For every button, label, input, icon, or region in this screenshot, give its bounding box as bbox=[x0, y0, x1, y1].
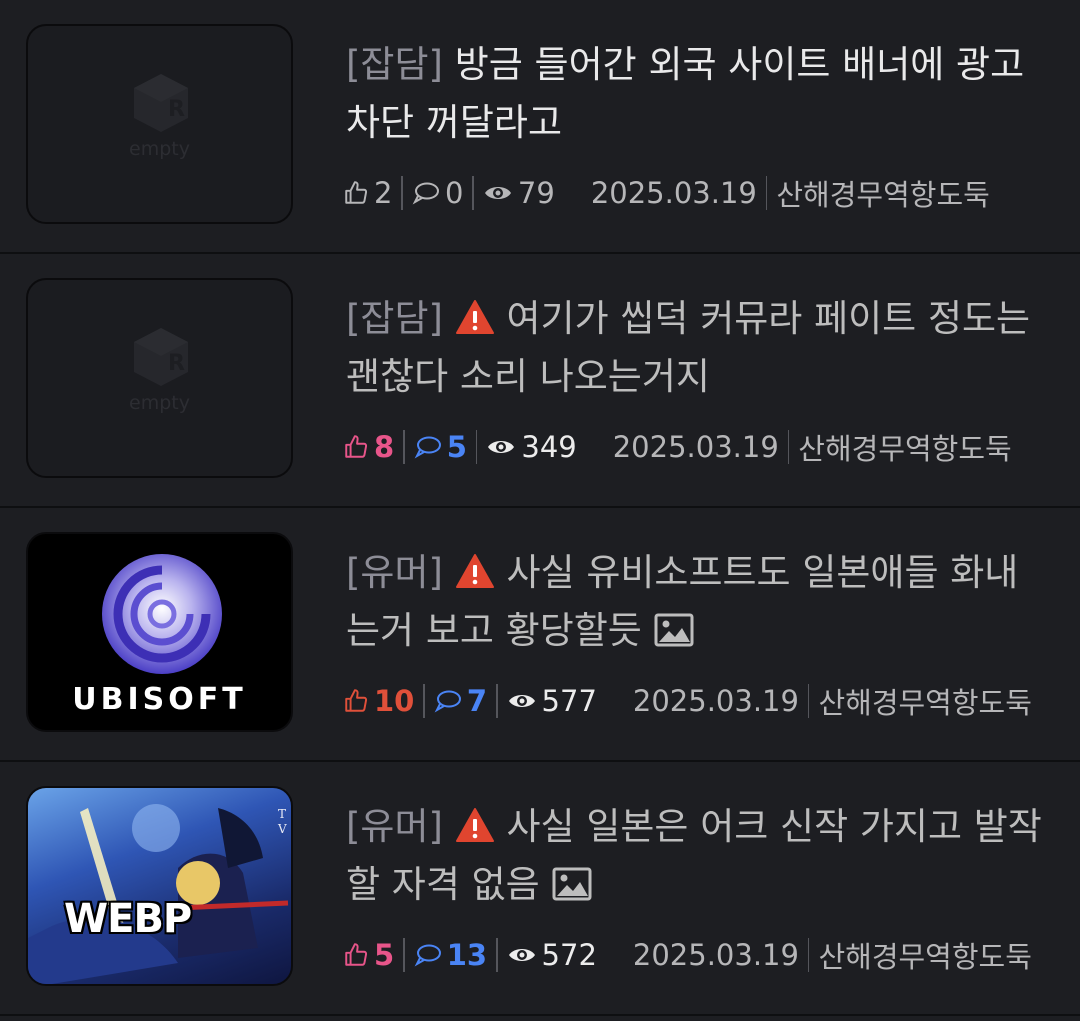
divider bbox=[401, 176, 403, 210]
divider bbox=[807, 938, 810, 972]
divider bbox=[765, 176, 768, 210]
post-date: 2025.03.19 bbox=[590, 176, 757, 210]
divider bbox=[807, 684, 810, 718]
post-date: 2025.03.19 bbox=[632, 938, 799, 972]
view-count: 577 bbox=[541, 684, 597, 718]
anime-illustration: T V bbox=[28, 804, 289, 984]
svg-text:R: R bbox=[168, 97, 185, 122]
webp-badge: WEBP bbox=[64, 896, 192, 942]
post-category: [잡담] bbox=[346, 297, 443, 340]
divider bbox=[472, 176, 474, 210]
warning-triangle-icon bbox=[455, 300, 494, 334]
divider bbox=[423, 684, 425, 718]
image-icon bbox=[552, 867, 591, 901]
comment-count: 5 bbox=[446, 430, 467, 464]
post-category: [유머] bbox=[346, 551, 443, 594]
divider bbox=[496, 684, 498, 718]
post-title[interactable]: [유머] 사실 일본은 어크 신작 가지고 발작할 자격 없음 bbox=[346, 798, 1046, 914]
post-list-item[interactable]: R empty [잡담] 여기가 씹덕 커뮤라 페이트 정도는 괜찮다 소리 나… bbox=[0, 254, 1080, 508]
divider bbox=[787, 430, 790, 464]
empty-thumbnail-label: empty bbox=[129, 392, 190, 414]
svg-text:T: T bbox=[278, 807, 286, 821]
post-list-item[interactable]: T V WEBP [유머] 사실 일본은 어크 신작 가지고 발작할 자격 없음… bbox=[0, 762, 1080, 1016]
post-title[interactable]: [유머] 사실 유비소프트도 일본애들 화내는거 보고 황당할듯 bbox=[346, 544, 1046, 660]
image-icon bbox=[654, 613, 694, 647]
svg-text:V: V bbox=[277, 822, 287, 836]
thumbs-up-icon bbox=[345, 943, 368, 966]
post-title[interactable]: [잡담] 방금 들어간 외국 사이트 배너에 광고 차단 꺼달라고 bbox=[346, 36, 1046, 152]
view-count: 79 bbox=[517, 176, 555, 210]
view-count: 572 bbox=[541, 938, 597, 972]
post-category: [유머] bbox=[346, 805, 443, 848]
post-title-text: 방금 들어간 외국 사이트 배너에 광고 차단 꺼달라고 bbox=[346, 43, 1025, 144]
post-meta: 5 13 572 2025.03.19 산해경무역항도둑 bbox=[343, 934, 1032, 976]
post-category: [잡담] bbox=[346, 43, 443, 86]
post-meta: 2 0 79 2025.03.19 산해경무역항도둑 bbox=[343, 172, 990, 214]
comment-count: 13 bbox=[446, 938, 488, 972]
post-thumbnail-empty[interactable]: R empty bbox=[26, 24, 293, 224]
thumbs-up-icon bbox=[345, 181, 368, 204]
post-thumbnail-image[interactable]: T V WEBP bbox=[26, 786, 293, 986]
empty-placeholder-icon: R bbox=[134, 74, 188, 132]
comment-bubble-icon bbox=[414, 436, 441, 459]
post-author[interactable]: 산해경무역항도둑 bbox=[776, 172, 989, 214]
like-count: 2 bbox=[374, 176, 393, 210]
divider bbox=[496, 938, 498, 972]
post-title-text: 여기가 씹덕 커뮤라 페이트 정도는 괜찮다 소리 나오는거지 bbox=[346, 297, 1031, 398]
warning-triangle-icon bbox=[455, 554, 494, 588]
divider bbox=[403, 938, 405, 972]
post-title-text: 사실 일본은 어크 신작 가지고 발작할 자격 없음 bbox=[346, 805, 1042, 906]
post-meta: 8 5 349 2025.03.19 산해경무역항도둑 bbox=[343, 426, 1012, 468]
comment-count: 0 bbox=[444, 176, 464, 210]
warning-triangle-icon bbox=[455, 808, 494, 842]
empty-thumbnail-label: empty bbox=[129, 138, 190, 160]
post-list-item[interactable]: R empty [잡담] 방금 들어간 외국 사이트 배너에 광고 차단 꺼달라… bbox=[0, 0, 1080, 254]
like-count: 8 bbox=[374, 430, 395, 464]
svg-text:R: R bbox=[168, 351, 185, 376]
eye-icon bbox=[488, 441, 515, 453]
comment-bubble-icon bbox=[414, 944, 441, 967]
post-thumbnail-image[interactable]: UBISOFT bbox=[26, 532, 293, 732]
post-author[interactable]: 산해경무역항도둑 bbox=[818, 680, 1031, 722]
post-meta: 10 7 577 2025.03.19 산해경무역항도둑 bbox=[343, 680, 1032, 722]
eye-icon bbox=[508, 695, 535, 707]
post-title[interactable]: [잡담] 여기가 씹덕 커뮤라 페이트 정도는 괜찮다 소리 나오는거지 bbox=[346, 290, 1046, 406]
ubisoft-wordmark: UBISOFT bbox=[72, 682, 247, 717]
empty-placeholder-icon: R bbox=[134, 328, 188, 386]
eye-icon bbox=[508, 949, 535, 961]
post-author[interactable]: 산해경무역항도둑 bbox=[818, 934, 1031, 976]
eye-icon bbox=[484, 187, 511, 199]
post-thumbnail-empty[interactable]: R empty bbox=[26, 278, 293, 478]
ubisoft-logo bbox=[102, 554, 222, 674]
divider bbox=[403, 430, 405, 464]
thumbs-up-icon bbox=[345, 435, 368, 458]
comment-bubble-icon bbox=[434, 690, 461, 713]
like-count: 5 bbox=[374, 938, 395, 972]
post-list-item[interactable]: UBISOFT [유머] 사실 유비소프트도 일본애들 화내는거 보고 황당할듯… bbox=[0, 508, 1080, 762]
like-count: 10 bbox=[374, 684, 415, 718]
post-author[interactable]: 산해경무역항도둑 bbox=[798, 426, 1011, 468]
view-count: 349 bbox=[521, 430, 577, 464]
post-date: 2025.03.19 bbox=[612, 430, 779, 464]
divider bbox=[475, 430, 478, 464]
post-date: 2025.03.19 bbox=[632, 684, 799, 718]
comment-bubble-icon bbox=[412, 182, 439, 205]
thumbs-up-icon bbox=[345, 689, 368, 712]
comment-count: 7 bbox=[466, 684, 488, 718]
